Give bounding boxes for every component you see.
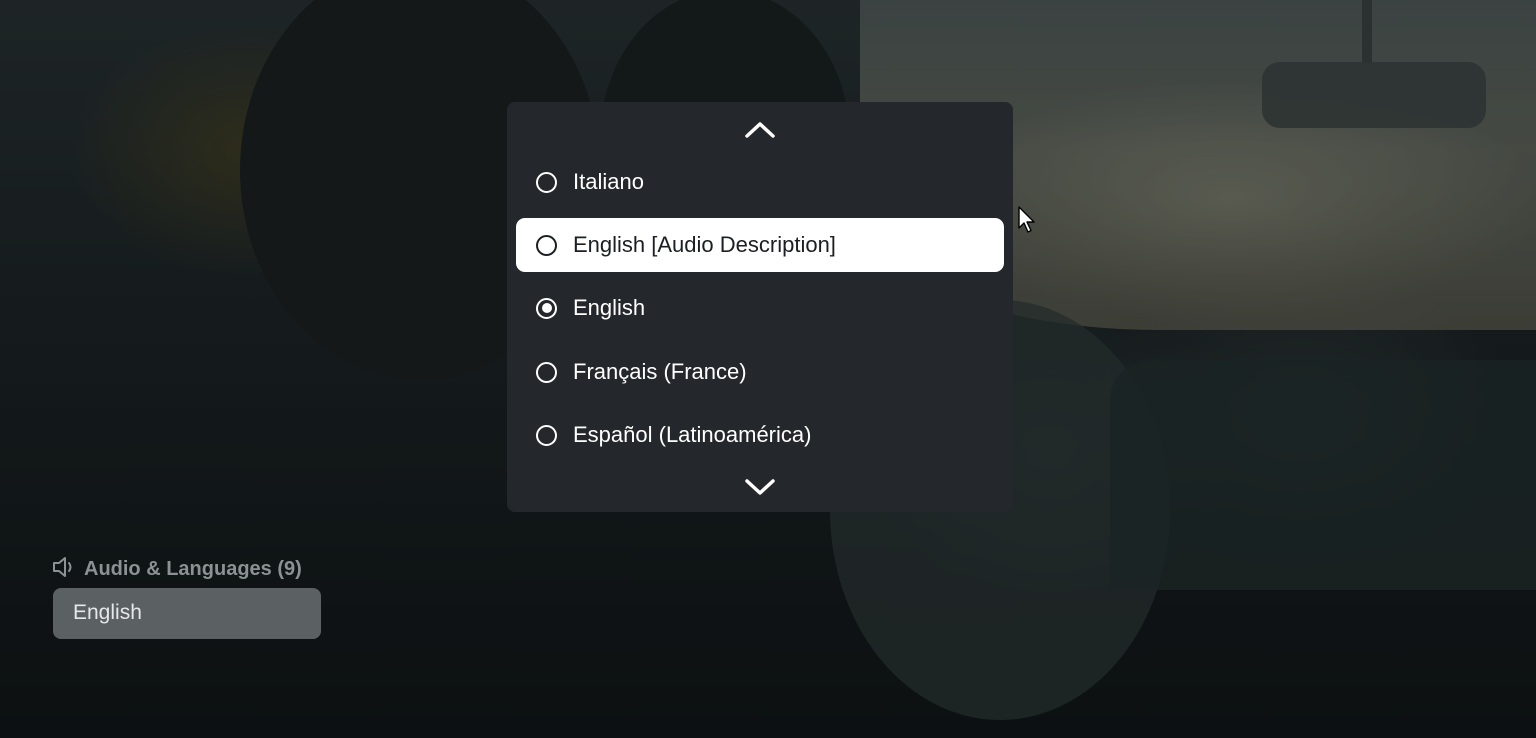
language-option-espanol[interactable]: Español (Latinoamérica) bbox=[516, 408, 1004, 462]
audio-language-menu: Italiano English [Audio Description] Eng… bbox=[507, 102, 1013, 512]
language-option-english-audio-description[interactable]: English [Audio Description] bbox=[516, 218, 1004, 272]
radio-unselected-icon bbox=[536, 424, 557, 446]
language-option-label: Français (France) bbox=[573, 359, 747, 384]
language-option-francais[interactable]: Français (France) bbox=[516, 345, 1004, 399]
chevron-down-icon[interactable] bbox=[744, 476, 776, 498]
radio-selected-icon bbox=[536, 297, 557, 319]
mouse-pointer-icon bbox=[1018, 206, 1036, 238]
chevron-up-icon[interactable] bbox=[744, 118, 776, 140]
language-option-english[interactable]: English bbox=[516, 281, 1004, 335]
language-option-label: English [Audio Description] bbox=[573, 232, 836, 257]
audio-languages-heading: Audio & Languages (9) bbox=[52, 556, 302, 582]
language-option-label: English bbox=[573, 295, 646, 320]
radio-unselected-icon bbox=[536, 171, 557, 193]
current-audio-value: English bbox=[73, 601, 142, 624]
language-option-label: Español (Latinoamérica) bbox=[573, 422, 812, 447]
audio-section-title: Audio & Languages (9) bbox=[84, 557, 302, 580]
radio-unselected-icon bbox=[536, 234, 557, 256]
speaker-icon bbox=[52, 556, 76, 582]
current-audio-button[interactable]: English bbox=[53, 588, 321, 639]
language-option-label: Italiano bbox=[573, 169, 644, 194]
language-option-italiano[interactable]: Italiano bbox=[516, 155, 1004, 209]
radio-unselected-icon bbox=[536, 361, 557, 383]
radio-dot bbox=[541, 303, 552, 313]
